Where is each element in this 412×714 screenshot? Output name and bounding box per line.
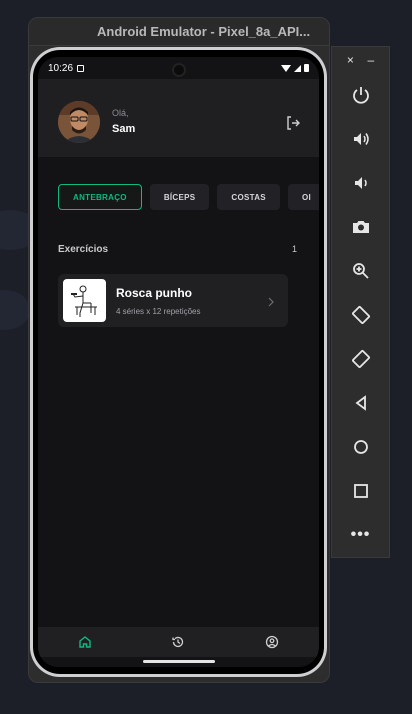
profile-icon[interactable] <box>265 635 279 649</box>
zoom-icon[interactable] <box>332 249 389 293</box>
tab-costas[interactable]: COSTAS <box>217 184 280 210</box>
home-circle-icon[interactable] <box>332 425 389 469</box>
logout-icon[interactable] <box>285 115 301 131</box>
category-tabs: ANTEBRAÇO BÍCEPS COSTAS OI <box>58 184 319 210</box>
camera-icon[interactable] <box>332 205 389 249</box>
more-icon[interactable]: ••• <box>332 513 389 557</box>
window-title[interactable]: Android Emulator - Pixel_8a_API... <box>29 18 329 46</box>
app-header: Olá, Sam <box>38 79 319 157</box>
app-screen: 10:26 Olá, Sam ANTEBRAÇO BÍCEPS COSTAS O… <box>38 57 319 667</box>
chevron-right-icon <box>268 294 274 307</box>
exercise-name: Rosca punho <box>116 286 193 300</box>
rotate-right-icon[interactable] <box>332 337 389 381</box>
more-label: ••• <box>350 526 371 543</box>
battery-icon <box>304 64 309 72</box>
overview-icon[interactable] <box>332 469 389 513</box>
section-count: 1 <box>291 244 297 254</box>
emulator-controls: × – ••• <box>331 46 390 558</box>
volume-up-icon[interactable] <box>332 117 389 161</box>
rotate-left-icon[interactable] <box>332 293 389 337</box>
username-label: Sam <box>112 123 136 135</box>
signal-icon <box>294 64 301 72</box>
power-icon[interactable] <box>332 73 389 117</box>
back-icon[interactable] <box>332 381 389 425</box>
home-icon[interactable] <box>78 635 92 649</box>
tab-antebraco[interactable]: ANTEBRAÇO <box>58 184 142 210</box>
tab-next[interactable]: OI <box>287 184 319 210</box>
notification-icon <box>77 64 85 72</box>
section-title: Exercícios <box>58 244 109 255</box>
minimize-icon[interactable]: – <box>367 53 374 67</box>
device-frame: 10:26 Olá, Sam ANTEBRAÇO BÍCEPS COSTAS O… <box>30 47 327 677</box>
exercise-thumbnail <box>63 279 106 322</box>
status-time: 10:26 <box>48 62 74 74</box>
bottom-navigation <box>38 627 319 657</box>
greeting-label: Olá, <box>112 108 129 118</box>
desktop-background <box>0 290 30 330</box>
exercise-card[interactable]: Rosca punho 4 séries x 12 repetições <box>58 274 288 327</box>
gesture-bar[interactable] <box>142 660 215 663</box>
history-icon[interactable] <box>171 635 185 649</box>
close-icon[interactable]: × <box>347 53 354 67</box>
exercise-details: 4 séries x 12 repetições <box>116 307 201 316</box>
volume-down-icon[interactable] <box>332 161 389 205</box>
wifi-icon <box>281 64 291 72</box>
tab-biceps[interactable]: BÍCEPS <box>149 184 210 210</box>
avatar[interactable] <box>58 101 100 143</box>
front-camera <box>171 63 186 77</box>
